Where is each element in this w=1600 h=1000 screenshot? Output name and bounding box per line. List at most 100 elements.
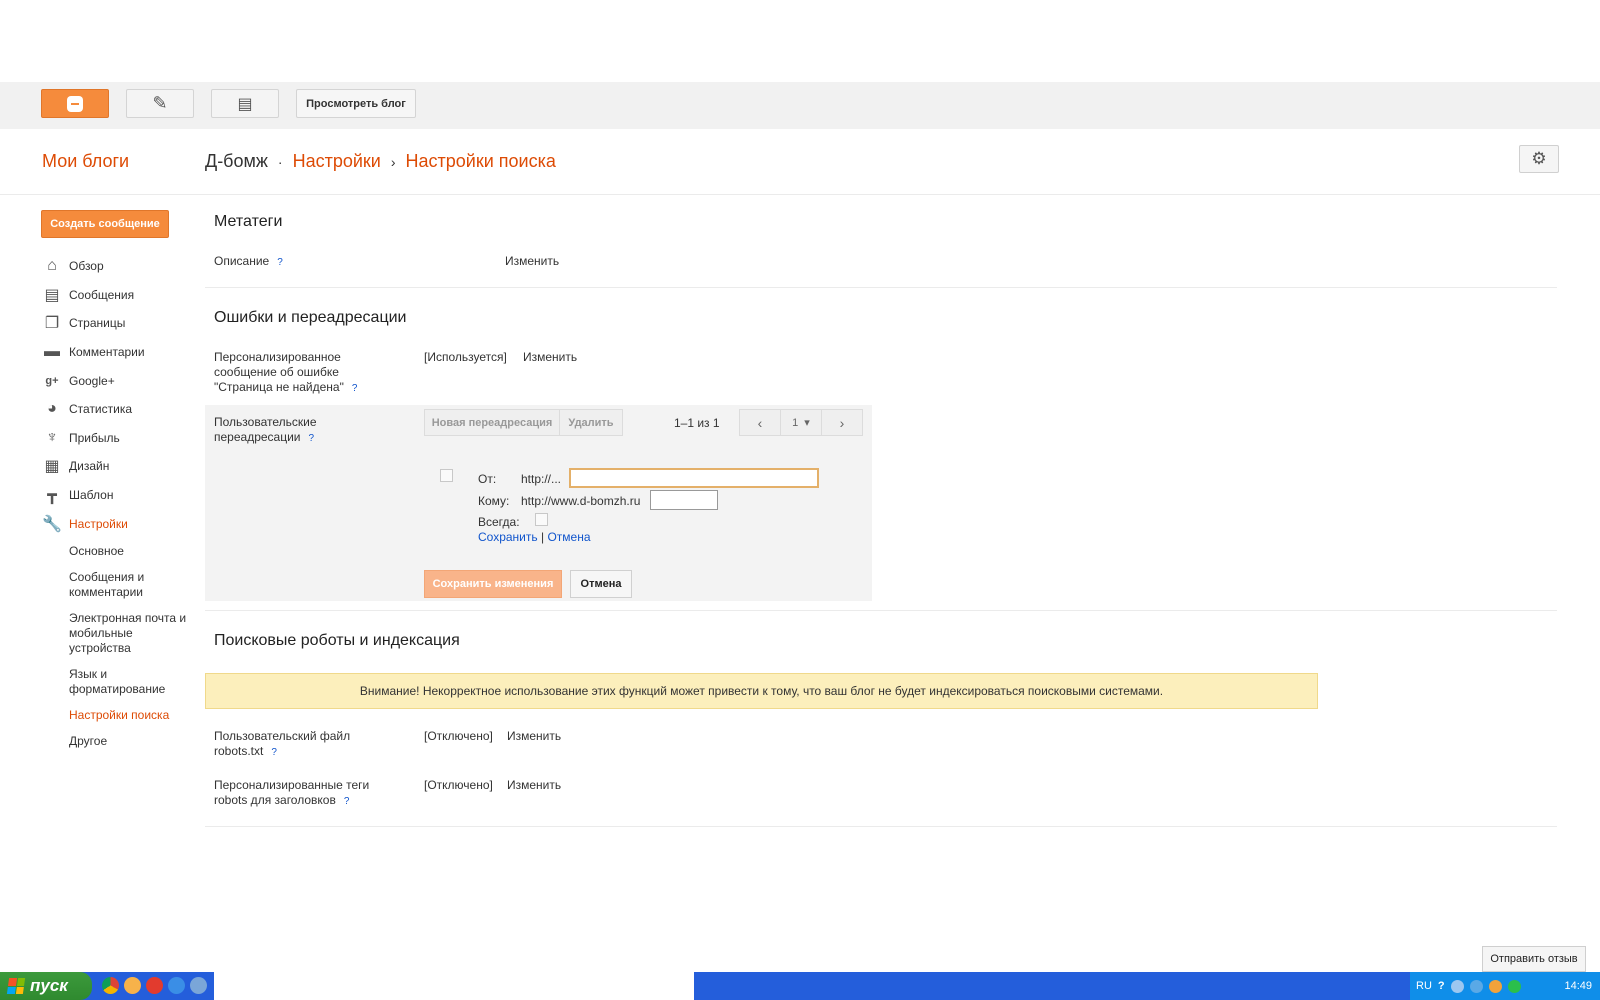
prev-page-button[interactable]: ‹ (739, 409, 781, 436)
new-redirect-button[interactable]: Новая переадресация (424, 409, 560, 436)
breadcrumb-dot: · (277, 154, 283, 170)
robots-tags-status: [Отключено] (424, 778, 493, 792)
edit-robots-txt-link[interactable]: Изменить (507, 729, 561, 743)
help-icon[interactable]: ? (271, 747, 277, 758)
sidebar-item-layout[interactable]: ▦ Дизайн (42, 452, 202, 481)
custom-404-label-text: Персонализированное сообщение об ошибке … (214, 350, 344, 394)
sidebar-item-label: Прибыль (69, 430, 120, 445)
always-checkbox[interactable] (535, 513, 548, 526)
sidebar-item-comments[interactable]: ▬ Комментарии (42, 338, 202, 367)
blog-name: Д-бомж (205, 151, 268, 171)
tray-app-icon[interactable] (1488, 979, 1502, 993)
description-label-text: Описание (214, 254, 270, 268)
back-icon[interactable] (1469, 979, 1483, 993)
taskbar-blank (214, 972, 694, 1000)
sidebar-item-label: Сообщения (69, 287, 135, 302)
page-header: Мои блоги Д-бомж · Настройки › Настройки… (0, 129, 1600, 195)
chevron-down-icon: ▾ (804, 417, 810, 429)
sidebar-item-label: Настройки (69, 516, 128, 531)
redirect-select-checkbox[interactable] (440, 469, 453, 482)
ie-icon[interactable] (168, 977, 185, 994)
delete-redirect-button[interactable]: Удалить (559, 409, 623, 436)
to-label: Кому: (478, 494, 510, 508)
help-icon[interactable]: ? (352, 383, 358, 394)
settings-gear-button[interactable]: ⚙ (1519, 145, 1559, 173)
my-blogs-link[interactable]: Мои блоги (42, 151, 129, 172)
sidebar-subitem-search-preferences[interactable]: Настройки поиска (42, 708, 202, 723)
from-url-input[interactable] (569, 468, 819, 488)
top-toolbar: ✎ ▤ Просмотреть блог (0, 82, 1600, 129)
sidebar-item-label: Обзор (69, 259, 104, 274)
pie-chart-icon: ◕ (47, 400, 57, 418)
page-select[interactable]: 1 ▾ (780, 409, 822, 436)
robots-txt-status: [Отключено] (424, 729, 493, 743)
edit-404-link[interactable]: Изменить (523, 350, 577, 364)
sidebar-item-template[interactable]: ┳ Шаблон (42, 481, 202, 510)
redirect-actions: Сохранить | Отмена (478, 530, 591, 545)
media-icon[interactable] (146, 977, 163, 994)
sidebar-item-google-plus[interactable]: g+ Google+ (42, 366, 202, 395)
sidebar-item-posts[interactable]: ▤ Сообщения (42, 281, 202, 310)
robots-txt-label: Пользовательский файл robots.txt? (214, 729, 384, 760)
sidebar-item-label: Шаблон (69, 488, 114, 503)
paint-roller-icon: ┳ (47, 487, 57, 505)
sidebar-subitem-basic[interactable]: Основное (42, 544, 202, 559)
blogger-logo-button[interactable] (41, 89, 109, 118)
pencil-icon: ✎ (152, 93, 168, 113)
quick-launch (102, 977, 207, 994)
always-label: Всегда: (478, 515, 520, 529)
app-icon[interactable] (190, 977, 207, 994)
breadcrumb-settings[interactable]: Настройки (293, 151, 381, 172)
view-posts-button[interactable]: ▤ (211, 89, 279, 118)
from-prefix: http://... (521, 472, 562, 486)
sidebar-item-stats[interactable]: ◕ Статистика (42, 395, 202, 424)
section-title-crawlers: Поисковые роботы и индексация (214, 632, 460, 649)
sidebar-item-pages[interactable]: ❐ Страницы (42, 309, 202, 338)
cancel-button[interactable]: Отмена (570, 570, 632, 598)
trophy-icon: ♆ (46, 428, 58, 446)
language-indicator[interactable]: RU (1416, 980, 1432, 992)
posts-icon: ▤ (44, 286, 60, 304)
network-icon[interactable] (1450, 979, 1464, 993)
next-page-button[interactable]: › (821, 409, 863, 436)
send-feedback-button[interactable]: Отправить отзыв (1482, 946, 1586, 972)
layout-icon: ▦ (44, 458, 60, 476)
sidebar-item-earnings[interactable]: ♆ Прибыль (42, 424, 202, 453)
wrench-icon: 🔧 (42, 515, 62, 533)
save-redirect-link[interactable]: Сохранить (478, 530, 538, 544)
create-post-button[interactable]: Создать сообщение (41, 210, 169, 238)
save-changes-button[interactable]: Сохранить изменения (424, 570, 562, 598)
divider (205, 826, 1557, 827)
view-blog-button[interactable]: Просмотреть блог (296, 89, 416, 118)
sidebar-subitem-posts-comments[interactable]: Сообщения и комментарии (42, 570, 162, 600)
sidebar-item-overview[interactable]: ⌂ Обзор (42, 252, 202, 281)
gear-icon: ⚙ (1531, 149, 1547, 168)
pages-icon: ❐ (44, 315, 60, 333)
section-title-errors: Ошибки и переадресации (214, 309, 407, 326)
sidebar-subitem-other[interactable]: Другое (42, 734, 202, 749)
sidebar-item-settings[interactable]: 🔧 Настройки (42, 509, 202, 538)
sidebar-subitem-email-mobile[interactable]: Электронная почта и мобильные устройства (42, 611, 192, 656)
breadcrumb-arrow: › (390, 154, 396, 170)
edit-robots-tags-link[interactable]: Изменить (507, 778, 561, 792)
help-icon[interactable]: ? (1438, 980, 1445, 992)
system-tray: RU ? 14:49 (1410, 972, 1600, 1000)
help-icon[interactable]: ? (309, 433, 315, 444)
new-post-button[interactable]: ✎ (126, 89, 194, 118)
home-icon: ⌂ (47, 257, 57, 275)
mail-icon[interactable] (124, 977, 141, 994)
page-number: 1 (792, 416, 799, 429)
to-prefix: http://www.d-bomzh.ru (521, 494, 641, 508)
sidebar-subitem-language[interactable]: Язык и форматирование (42, 667, 165, 697)
custom-404-status: [Используется] (424, 350, 507, 364)
help-icon[interactable]: ? (277, 257, 283, 268)
chrome-icon[interactable] (102, 977, 119, 994)
help-icon[interactable]: ? (344, 796, 350, 807)
tray-status-icon[interactable] (1507, 979, 1521, 993)
redirects-label-text: Пользовательские переадресации (214, 415, 317, 444)
cancel-redirect-link[interactable]: Отмена (547, 530, 590, 544)
edit-description-link[interactable]: Изменить (505, 254, 559, 268)
start-button[interactable]: пуск (0, 972, 92, 1000)
to-url-input[interactable] (650, 490, 718, 510)
windows-taskbar: пуск RU ? 14:49 (0, 972, 1600, 1000)
